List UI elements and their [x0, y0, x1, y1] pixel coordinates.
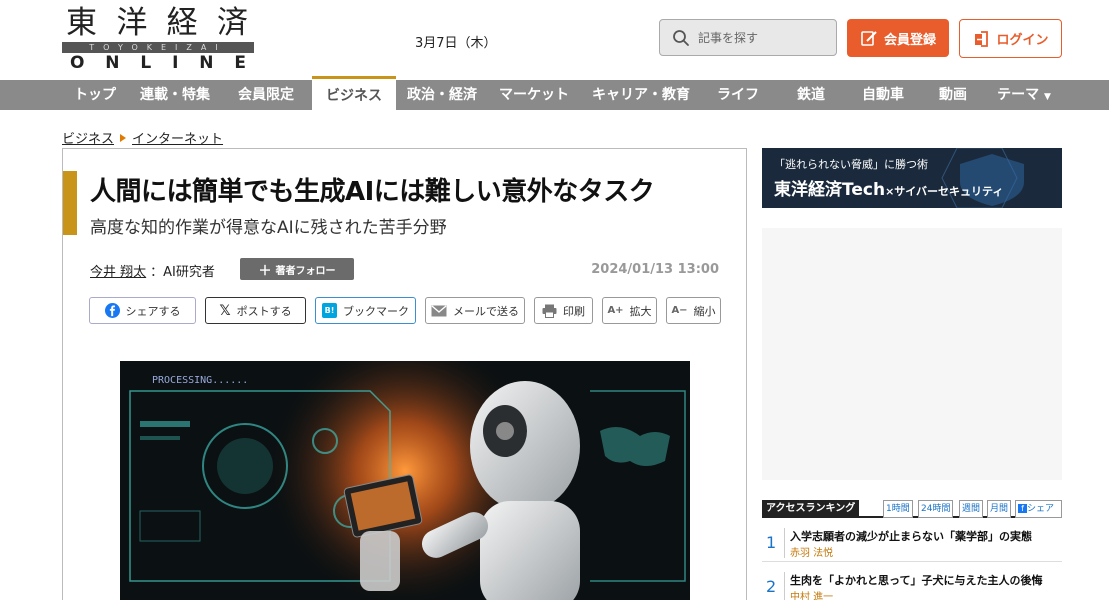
nav-item-series[interactable]: 連載・特集 — [130, 80, 220, 110]
article-card: 人間には簡単でも生成AIには難しい意外なタスク 高度な知的作業が得意なAIに残さ… — [62, 148, 747, 600]
ranking-item[interactable]: 1 入学志願者の減少が止まらない「薬学部」の実態 赤羽 法悦 — [762, 524, 1062, 562]
login-button[interactable]: ログイン — [959, 19, 1062, 58]
ranking-tab-week[interactable]: 週間 — [959, 500, 984, 518]
hero-processing-text: PROCESSING...... — [152, 375, 248, 386]
nav-item-theme[interactable]: テーマ ▼ — [992, 80, 1056, 110]
article-subtitle: 高度な知的作業が得意なAIに残された苦手分野 — [90, 218, 447, 238]
chevron-right-icon — [120, 133, 127, 142]
banner-tagline: 「逃れられない脅威」に勝つ術 — [774, 158, 928, 171]
nav-item-railway[interactable]: 鉄道 — [776, 80, 846, 110]
ranking-divider — [784, 572, 785, 600]
breadcrumb: ビジネス インターネット — [62, 128, 223, 147]
nav-item-politics[interactable]: 政治・経済 — [398, 80, 486, 110]
site-header: 東 洋 経 済 TOYOKEIZAI O N L I N E 3月7日（木） 会… — [0, 0, 1109, 80]
print-icon — [542, 304, 557, 318]
x-icon: 𝕏 — [219, 302, 231, 319]
nav-item-members[interactable]: 会員限定 — [226, 80, 306, 110]
nav-item-career[interactable]: キャリア・教育 — [582, 80, 700, 110]
ranking-title-text: 入学志願者の減少が止まらない「薬学部」の実態 — [790, 530, 1032, 543]
main-nav: トップ 連載・特集 会員限定 ビジネス 政治・経済 マーケット キャリア・教育 … — [0, 76, 1109, 110]
mail-icon — [431, 304, 447, 316]
x-post-button[interactable]: 𝕏 ポストする — [205, 297, 306, 324]
share-toolbar: シェアする 𝕏 ポストする B! ブックマーク メールで送る 印刷 A+ 拡大 … — [89, 297, 721, 324]
nav-item-automobile[interactable]: 自動車 — [850, 80, 916, 110]
facebook-share-button[interactable]: シェアする — [89, 297, 196, 324]
ranking-tab-24h[interactable]: 24時間 — [918, 500, 954, 518]
search-input[interactable] — [698, 30, 818, 45]
ranking-author: 中村 進一 — [790, 592, 834, 600]
hatena-bookmark-button[interactable]: B! ブックマーク — [315, 297, 416, 324]
title-accent-bar — [63, 171, 77, 235]
pencil-note-icon — [861, 31, 877, 46]
author-line: 今井 翔太 ：AI研究者 — [90, 261, 215, 280]
site-logo[interactable]: 東 洋 経 済 TOYOKEIZAI O N L I N E — [62, 5, 254, 73]
ranking-tab-1h[interactable]: 1時間 — [883, 500, 913, 518]
ranking-item[interactable]: 2 生肉を「よかれと思って」子犬に与えた主人の後悔 中村 進一 — [762, 568, 1062, 600]
hero-image: PROCESSING...... — [120, 361, 690, 600]
ranking-author: 赤羽 法悦 — [790, 548, 834, 559]
zoom-out-icon: A− — [671, 305, 688, 316]
logo-kanji: 東 洋 経 済 — [66, 5, 248, 41]
article-title: 人間には簡単でも生成AIには難しい意外なタスク — [90, 177, 655, 207]
search-box[interactable] — [659, 19, 837, 56]
print-button[interactable]: 印刷 — [534, 297, 593, 324]
register-button[interactable]: 会員登録 — [847, 19, 949, 57]
current-date: 3月7日（木） — [415, 36, 497, 51]
logo-romaji-bar: TOYOKEIZAI — [62, 42, 254, 53]
search-icon — [673, 29, 689, 46]
hatena-bookmark-icon: B! — [322, 303, 337, 318]
caret-down-icon: ▼ — [1043, 92, 1051, 102]
ranking-number: 2 — [766, 577, 777, 596]
banner-title: 東洋経済Tech×サイバーセキュリティ — [774, 180, 1004, 200]
ranking-tab-share[interactable]: f シェア — [1015, 500, 1062, 518]
breadcrumb-business[interactable]: ビジネス — [62, 128, 114, 147]
author-name-link[interactable]: 今井 翔太 — [90, 261, 146, 280]
follow-author-button[interactable]: ＋ 著者フォロー — [240, 258, 354, 280]
ranking-number: 1 — [766, 533, 777, 552]
ranking-title: アクセスランキング — [762, 500, 860, 518]
author-role: ：AI研究者 — [150, 265, 215, 280]
advertisement-slot — [762, 228, 1062, 480]
tech-banner[interactable]: 「逃れられない脅威」に勝つ術 東洋経済Tech×サイバーセキュリティ — [762, 148, 1062, 208]
hero-illustration: PROCESSING...... — [120, 361, 690, 600]
ranking-header: アクセスランキング 1時間 24時間 週間 月間 f シェア — [762, 500, 1062, 518]
ranking-divider — [784, 528, 785, 558]
zoom-out-button[interactable]: A− 縮小 — [666, 297, 721, 324]
zoom-in-icon: A+ — [607, 305, 624, 316]
nav-item-top[interactable]: トップ — [62, 80, 128, 110]
mail-share-button[interactable]: メールで送る — [425, 297, 525, 324]
nav-item-video[interactable]: 動画 — [920, 80, 986, 110]
zoom-in-button[interactable]: A+ 拡大 — [602, 297, 657, 324]
nav-item-business[interactable]: ビジネス — [312, 76, 396, 110]
logo-online: O N L I N E — [70, 53, 246, 73]
breadcrumb-internet[interactable]: インターネット — [132, 128, 223, 147]
facebook-icon — [104, 303, 120, 318]
login-door-icon — [975, 30, 989, 47]
ranking-tab-month[interactable]: 月間 — [987, 500, 1012, 518]
plus-icon: ＋ — [258, 263, 272, 279]
nav-item-market[interactable]: マーケット — [490, 80, 578, 110]
publish-date: 2024/01/13 13:00 — [591, 262, 719, 277]
nav-item-life[interactable]: ライフ — [704, 80, 772, 110]
facebook-icon: f — [1018, 504, 1027, 513]
ranking-title-text: 生肉を「よかれと思って」子犬に与えた主人の後悔 — [790, 574, 1043, 587]
